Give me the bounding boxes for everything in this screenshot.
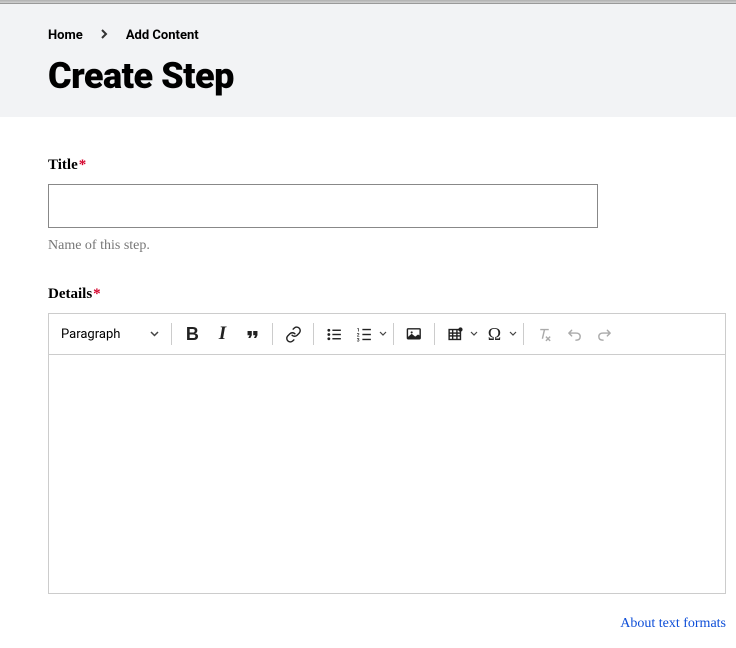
redo-button[interactable] — [590, 320, 618, 348]
breadcrumb-home[interactable]: Home — [48, 28, 83, 43]
title-label: Title* — [48, 157, 688, 174]
details-label-text: Details — [48, 286, 92, 302]
about-text-formats-link[interactable]: About text formats — [620, 616, 726, 631]
required-indicator: * — [93, 286, 101, 302]
title-field-group: Title* Name of this step. — [48, 157, 688, 254]
svg-text:3: 3 — [357, 337, 360, 342]
chevron-down-icon[interactable] — [509, 329, 517, 339]
format-selected-label: Paragraph — [61, 327, 120, 342]
page-title: Create Step — [48, 55, 688, 97]
link-button[interactable] — [279, 320, 307, 348]
title-label-text: Title — [48, 157, 78, 173]
toolbar-divider — [313, 323, 314, 345]
text-formats-link-wrap: About text formats — [48, 612, 726, 632]
bulleted-list-button[interactable] — [320, 320, 348, 348]
undo-button[interactable] — [560, 320, 588, 348]
toolbar-divider — [434, 323, 435, 345]
special-char-combo[interactable]: Ω — [480, 320, 517, 348]
editor-toolbar: Paragraph B I — [49, 314, 725, 355]
numbered-list-combo[interactable]: 123 — [350, 320, 387, 348]
chevron-down-icon[interactable] — [470, 329, 478, 339]
svg-text:+: + — [459, 327, 461, 331]
italic-button[interactable]: I — [208, 320, 236, 348]
details-label: Details* — [48, 286, 688, 303]
header-region: Home Add Content Create Step — [0, 4, 736, 117]
details-editor-body[interactable] — [49, 355, 725, 593]
rich-text-editor: Paragraph B I — [48, 313, 726, 594]
breadcrumb: Home Add Content — [48, 28, 688, 43]
chevron-down-icon[interactable] — [379, 329, 387, 339]
remove-format-button[interactable] — [530, 320, 558, 348]
special-character-button[interactable]: Ω — [480, 320, 508, 348]
required-indicator: * — [79, 157, 87, 173]
numbered-list-button[interactable]: 123 — [350, 320, 378, 348]
toolbar-divider — [171, 323, 172, 345]
breadcrumb-add-content[interactable]: Add Content — [126, 28, 199, 43]
format-dropdown[interactable]: Paragraph — [55, 325, 165, 344]
chevron-right-icon — [101, 29, 108, 42]
form-area: Title* Name of this step. Details* Parag… — [0, 117, 736, 648]
bold-button[interactable]: B — [178, 320, 206, 348]
chevron-down-icon — [150, 329, 159, 340]
toolbar-divider — [393, 323, 394, 345]
table-combo[interactable]: + — [441, 320, 478, 348]
table-button[interactable]: + — [441, 320, 469, 348]
toolbar-divider — [272, 323, 273, 345]
title-help-text: Name of this step. — [48, 238, 688, 254]
image-button[interactable] — [400, 320, 428, 348]
title-input[interactable] — [48, 184, 598, 228]
toolbar-divider — [523, 323, 524, 345]
details-field-group: Details* Paragraph B I — [48, 286, 688, 632]
blockquote-button[interactable] — [238, 320, 266, 348]
